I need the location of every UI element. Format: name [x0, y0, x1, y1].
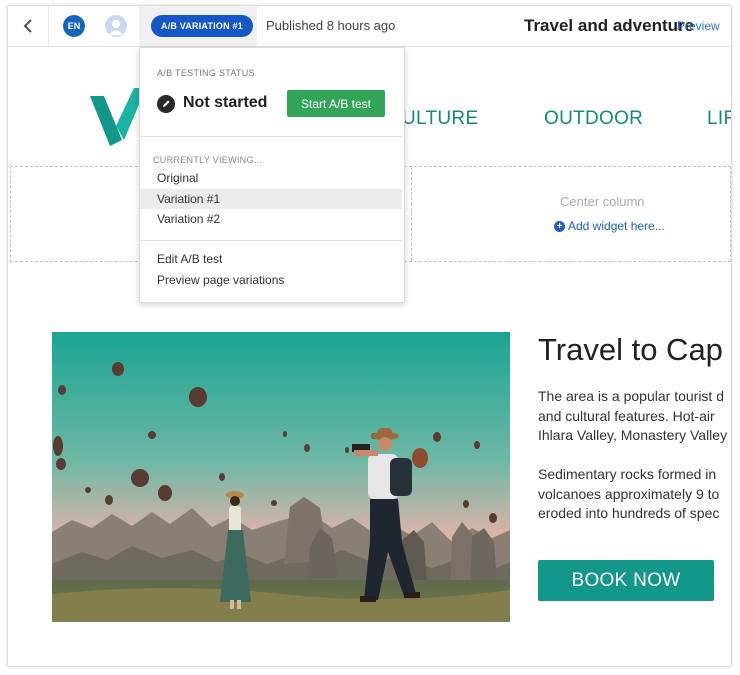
ab-status-label: A/B TESTING STATUS — [157, 68, 255, 78]
hero-paragraph-2-line: Sedimentary rocks formed in — [538, 466, 717, 482]
hero-image — [52, 332, 510, 622]
variation-option-original[interactable]: Original — [140, 168, 402, 188]
language-badge[interactable]: EN — [63, 15, 85, 37]
user-avatar[interactable] — [105, 15, 127, 37]
hero-paragraph-1-line: Ihlara Valley, Monastery Valley — [538, 427, 728, 443]
published-status: Published 8 hours ago — [266, 18, 396, 33]
chevron-left-icon — [23, 19, 32, 33]
variation-pill[interactable]: A/B VARIATION #1 — [151, 15, 253, 37]
nav-item-lifestyle[interactable]: LIF — [707, 108, 731, 130]
dropdown-divider — [140, 136, 402, 137]
hero-title: Travel to Cap — [538, 332, 723, 367]
hero-paragraph-2-line: volcanoes approximately 9 to — [538, 485, 720, 502]
user-icon — [109, 20, 123, 35]
balloons-photo-illustration — [52, 332, 510, 622]
preview-variations-item[interactable]: Preview page variations — [140, 270, 402, 290]
ab-status-value: Not started — [183, 94, 268, 111]
page-title: Travel and adventure — [524, 16, 695, 35]
hero-paragraph-1-line: and cultural features. Hot-air — [538, 407, 715, 424]
currently-viewing-label: CURRENTLY VIEWING... — [153, 155, 263, 165]
hero-paragraph-2-line: eroded into hundreds of spec — [538, 505, 720, 521]
variation-tab[interactable]: A/B VARIATION #1 — [139, 6, 257, 46]
add-widget-link[interactable]: + Add widget here... — [554, 219, 665, 233]
column-divider — [411, 167, 412, 261]
hero-paragraph-2: Sedimentary rocks formed in volcanoes ap… — [538, 465, 719, 524]
center-column-label: Center column — [560, 194, 645, 209]
plus-circle-icon: + — [554, 220, 565, 232]
back-button[interactable] — [8, 6, 49, 46]
editor-toolbar: EN A/B VARIATION #1 Published 8 hours ag… — [8, 6, 731, 47]
nav-item-outdoor[interactable]: OUTDOOR — [544, 108, 643, 130]
variation-option-2[interactable]: Variation #2 — [140, 209, 402, 229]
hero-paragraph-1: The area is a popular tourist d and cult… — [538, 387, 727, 446]
page-frame: EN A/B VARIATION #1 Published 8 hours ag… — [8, 6, 731, 666]
variation-option-1[interactable]: Variation #1 — [140, 189, 402, 209]
dropdown-divider — [140, 240, 402, 241]
hero-paragraph-1-line: The area is a popular tourist d — [538, 388, 724, 404]
book-now-button[interactable]: BOOK NOW — [538, 560, 714, 601]
add-widget-label: Add widget here... — [568, 219, 665, 233]
ab-testing-dropdown: A/B TESTING STATUS Not started Start A/B… — [139, 47, 405, 303]
edit-ab-test-item[interactable]: Edit A/B test — [140, 249, 402, 269]
pencil-icon — [157, 95, 175, 113]
start-ab-test-button[interactable]: Start A/B test — [287, 90, 385, 117]
preview-link[interactable]: Preview — [677, 19, 720, 33]
